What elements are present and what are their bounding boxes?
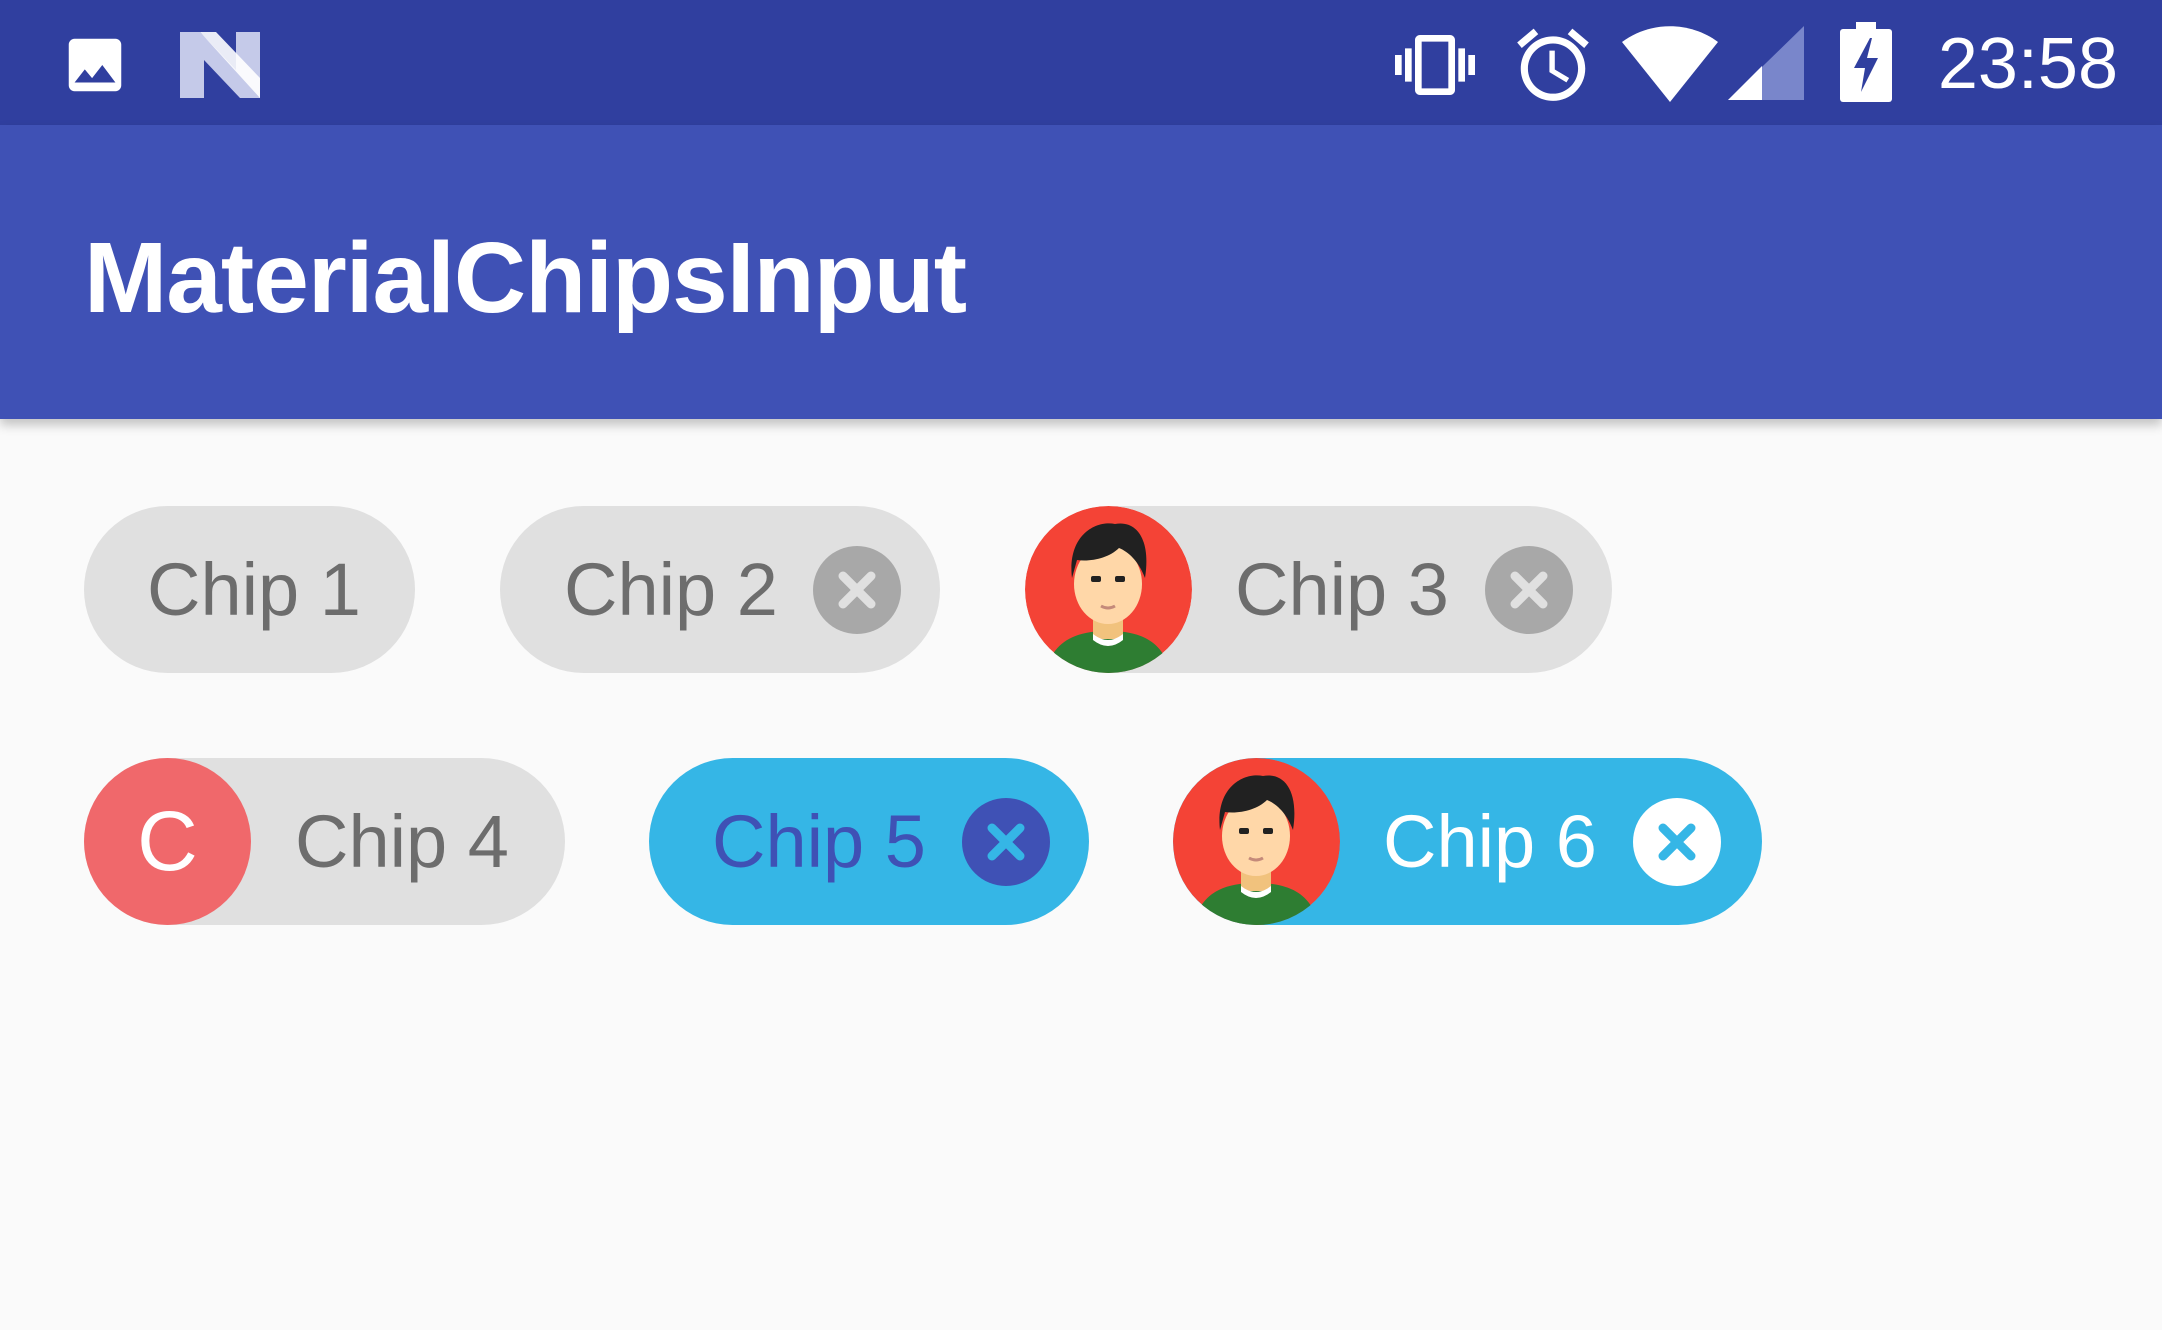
chip-label: Chip 4 [295,800,509,883]
signal-icon [1728,26,1804,105]
chip-label: Chip 1 [147,548,361,631]
chip-1[interactable]: Chip 1 [84,506,415,673]
chip-label: Chip 6 [1383,800,1597,883]
chip-3[interactable]: Chip 3 [1025,506,1612,673]
vibrate-icon [1385,25,1485,110]
n-logo-icon [180,32,260,103]
chips-container: Chip 1 Chip 2 Chip 3 C Chip 4 Chip 5 Chi… [0,419,2162,1330]
status-bar: 23:58 [0,0,2162,125]
chip-2[interactable]: Chip 2 [500,506,940,673]
chip-delete-icon[interactable] [1633,798,1721,886]
person-avatar-icon [1025,506,1192,673]
app-title: MaterialChipsInput [84,222,967,334]
chip-4[interactable]: C Chip 4 [84,758,565,925]
letter-avatar: C [84,758,251,925]
chip-delete-icon[interactable] [962,798,1050,886]
chip-delete-icon[interactable] [813,546,901,634]
alarm-icon [1510,22,1596,113]
person-avatar-icon [1173,758,1340,925]
status-time: 23:58 [1937,24,2118,104]
image-icon [60,30,130,105]
app-bar: MaterialChipsInput [0,125,2162,419]
chip-label: Chip 2 [564,548,778,631]
wifi-icon [1622,26,1718,107]
chip-6[interactable]: Chip 6 [1173,758,1762,925]
chip-label: Chip 3 [1235,548,1449,631]
chip-label: Chip 5 [712,800,926,883]
chip-delete-icon[interactable] [1485,546,1573,634]
battery-charging-icon [1840,22,1892,107]
chip-5[interactable]: Chip 5 [649,758,1089,925]
